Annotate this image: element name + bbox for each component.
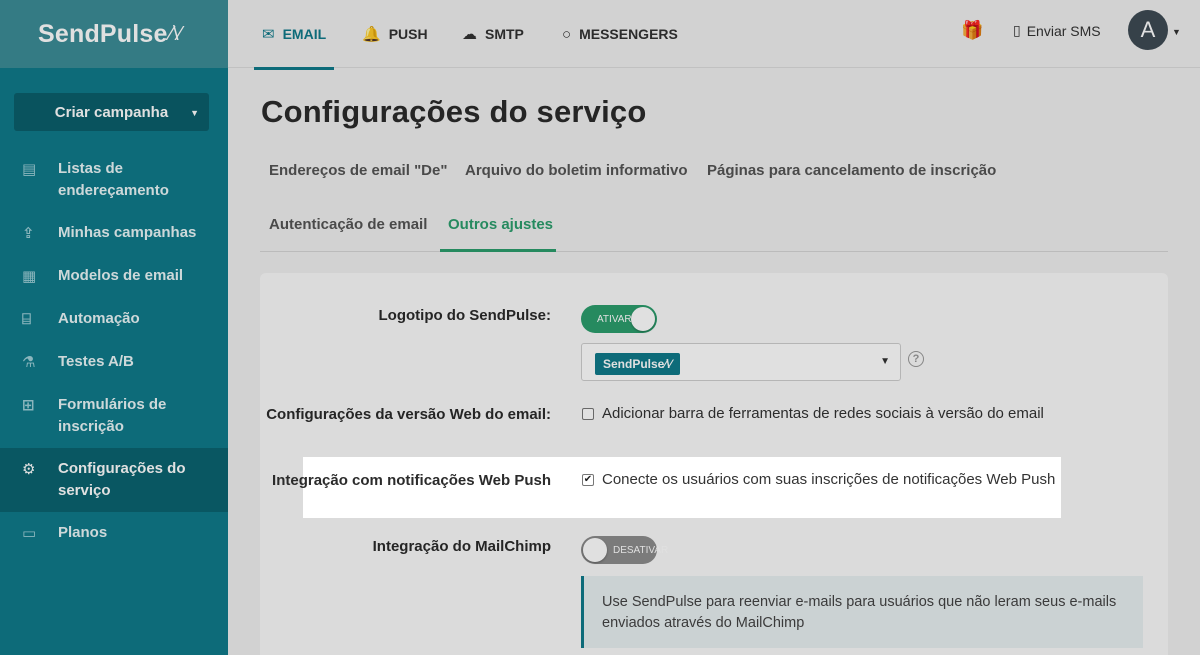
sidebar-item-label: Testes A/B	[58, 353, 134, 370]
sidebar-nav: ▤ Listas de endereçamento ⇪ Minhas campa…	[0, 148, 228, 555]
settings-icon: ⚙	[22, 461, 36, 478]
tab-push[interactable]: 🔔 PUSH	[362, 0, 428, 68]
tab-smtp[interactable]: ☁ SMTP	[462, 0, 524, 68]
automation-icon: ⌸	[22, 311, 32, 328]
mailchimp-label: Integração do MailChimp	[372, 538, 551, 555]
phone-icon: ▯	[1013, 22, 1021, 38]
logo-setting-label: Logotipo do SendPulse:	[378, 307, 552, 324]
webpush-checkbox-label: Conecte os usuários com suas inscrições …	[602, 471, 1056, 488]
send-sms-label: Enviar SMS	[1026, 22, 1101, 39]
tab-messengers[interactable]: ○ MESSENGERS	[562, 0, 678, 68]
sidebar-item-label: Formulários de inscrição	[58, 396, 167, 435]
gift-icon[interactable]: 🎁	[961, 20, 983, 41]
page-title: Configurações do serviço	[261, 94, 647, 129]
subtab-newsletter-archive[interactable]: Arquivo do boletim informativo	[465, 162, 688, 179]
top-bar: ✉ EMAIL 🔔 PUSH ☁ SMTP ○ MESSENGERS 🎁 ▯ E…	[228, 0, 1200, 70]
push-bell-icon: 🔔	[362, 26, 381, 43]
subtab-from-addresses[interactable]: Endereços de email "De"	[269, 162, 447, 179]
sidebar: SendPulse ⁄\⁄ Criar campanha ▼ ▤ Listas …	[0, 0, 228, 655]
forms-icon: ⊞	[22, 397, 35, 414]
sidebar-item-label: Listas de endereçamento	[58, 160, 169, 199]
webpush-option: ✔ Conecte os usuários com suas inscriçõe…	[582, 471, 1055, 488]
social-toolbar-checkbox[interactable]	[582, 407, 594, 420]
caret-down-icon[interactable]: ▼	[1172, 27, 1181, 37]
sidebar-item-templates[interactable]: ▦ Modelos de email	[0, 255, 228, 298]
logo-text: SendPulse	[38, 19, 168, 48]
tab-label: PUSH	[388, 26, 428, 42]
logo-toggle[interactable]: ATIVAR	[581, 305, 657, 333]
sidebar-item-ab-tests[interactable]: ⚗ Testes A/B	[0, 341, 228, 384]
sidebar-item-automation[interactable]: ⌸ Automação	[0, 298, 228, 341]
logo-select[interactable]: SendPulse⁄\⁄ ▼	[581, 343, 901, 381]
tab-email[interactable]: ✉ EMAIL	[254, 0, 335, 70]
sidebar-item-label: Minhas campanhas	[58, 224, 197, 241]
send-sms-button[interactable]: ▯ Enviar SMS	[1013, 22, 1101, 39]
pulse-icon: ⁄\⁄	[169, 22, 182, 45]
webpush-label: Integração com notificações Web Push	[272, 472, 551, 489]
avatar[interactable]: A	[1128, 10, 1168, 50]
tab-label: EMAIL	[282, 25, 327, 42]
caret-down-icon: ▼	[880, 356, 890, 367]
sidebar-item-plans[interactable]: ▭ Planos	[0, 512, 228, 555]
toggle-knob	[631, 307, 655, 331]
subtab-other-settings[interactable]: Outros ajustes	[448, 216, 553, 233]
tabs-divider	[260, 251, 1168, 252]
sidebar-item-label: Planos	[58, 524, 108, 541]
logo[interactable]: SendPulse ⁄\⁄	[0, 0, 228, 68]
subtab-email-authentication[interactable]: Autenticação de email	[269, 216, 427, 233]
webpush-highlight: Integração com notificações Web Push ✔ C…	[272, 457, 1061, 518]
ab-test-icon: ⚗	[22, 354, 36, 371]
sidebar-item-label: Automação	[58, 310, 140, 327]
mailchimp-toggle[interactable]: DESATIVAR	[581, 536, 668, 564]
web-version-label: Configurações da versão Web do email:	[266, 406, 551, 423]
tab-label: SMTP	[485, 26, 524, 42]
webpush-checkbox[interactable]: ✔	[582, 473, 594, 486]
sidebar-item-label: Modelos de email	[58, 267, 184, 284]
create-campaign-button[interactable]: Criar campanha ▼	[14, 93, 209, 131]
plans-icon: ▭	[22, 525, 37, 542]
toggle-label: ATIVAR	[597, 313, 632, 325]
chat-bubble-icon: ○	[562, 25, 572, 43]
cloud-upload-icon: ☁	[462, 26, 477, 43]
social-toolbar-label: Adicionar barra de ferramentas de redes …	[602, 405, 1044, 422]
caret-down-icon[interactable]: ▼	[190, 108, 199, 118]
subtab-unsubscribe-pages[interactable]: Páginas para cancelamento de inscrição	[707, 162, 996, 179]
create-campaign-label: Criar campanha	[54, 103, 169, 121]
mailchimp-info-box: Use SendPulse para reenviar e-mails para…	[581, 576, 1143, 648]
social-toolbar-option: Adicionar barra de ferramentas de redes …	[582, 405, 1044, 422]
sendpulse-logo-badge: SendPulse⁄\⁄	[595, 353, 680, 375]
active-tab-indicator	[440, 249, 556, 252]
campaigns-icon: ⇪	[22, 225, 35, 242]
sidebar-item-lists[interactable]: ▤ Listas de endereçamento	[0, 148, 228, 212]
templates-icon: ▦	[22, 268, 37, 285]
sidebar-item-settings[interactable]: ⚙ Configurações do serviço	[0, 448, 228, 512]
address-list-icon: ▤	[22, 161, 37, 178]
toggle-knob	[583, 538, 607, 562]
email-icon: ✉	[262, 25, 275, 43]
tab-label: MESSENGERS	[579, 26, 678, 42]
sidebar-item-forms[interactable]: ⊞ Formulários de inscrição	[0, 384, 228, 448]
sidebar-item-campaigns[interactable]: ⇪ Minhas campanhas	[0, 212, 228, 255]
toggle-label: DESATIVAR	[613, 544, 669, 556]
help-icon[interactable]: ?	[908, 351, 924, 367]
sidebar-item-label: Configurações do serviço	[58, 460, 186, 499]
